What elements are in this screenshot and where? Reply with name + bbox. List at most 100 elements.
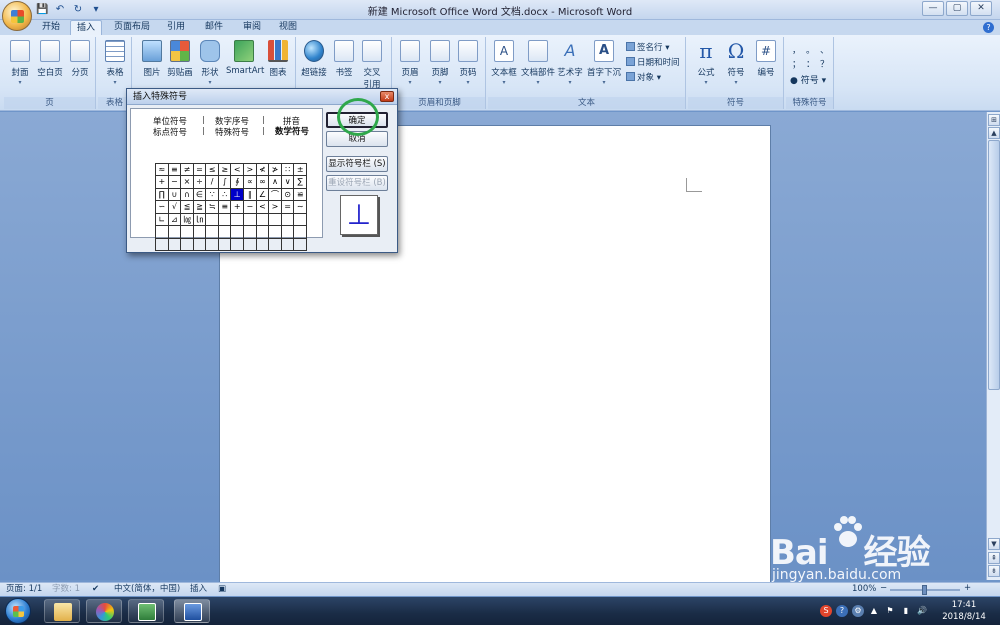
- equation-button[interactable]: π 公式 ▾: [690, 40, 722, 86]
- vertical-scrollbar[interactable]: ⊞ ▲ ▼ ⇞ ⇟: [986, 112, 1000, 580]
- symbol-cell[interactable]: [244, 226, 257, 239]
- zoom-level[interactable]: 100%: [852, 583, 876, 596]
- blank-page-button[interactable]: 空白页: [34, 40, 66, 78]
- symbol-cell[interactable]: ∧: [269, 176, 282, 189]
- symbol-cell[interactable]: [206, 213, 219, 227]
- symbol-cell[interactable]: ±: [294, 164, 307, 177]
- symbol-cell[interactable]: [156, 226, 169, 239]
- symbol-cell[interactable]: [256, 213, 270, 227]
- symbol-cell[interactable]: ≮: [256, 164, 270, 177]
- symbol-cell[interactable]: [281, 238, 295, 251]
- symbol-cell[interactable]: [206, 226, 219, 239]
- symbol-cell[interactable]: √: [168, 201, 182, 214]
- colon-symbol-button[interactable]: ：: [806, 57, 815, 70]
- symbol-cell[interactable]: ≥: [218, 164, 232, 177]
- symbol-cell[interactable]: ×: [181, 176, 194, 189]
- symbol-cell[interactable]: ∽: [156, 201, 169, 214]
- symbol-cell[interactable]: [181, 238, 194, 251]
- language-indicator[interactable]: 中文(简体，中国): [114, 583, 180, 596]
- taskbar-word[interactable]: [174, 599, 210, 623]
- tab-view[interactable]: 视图: [272, 20, 304, 35]
- network-icon[interactable]: ▮: [900, 605, 912, 617]
- symbol-cell[interactable]: >: [244, 164, 257, 177]
- macro-record-icon[interactable]: ▣: [218, 583, 226, 596]
- symbol-cell[interactable]: [218, 238, 232, 251]
- symbol-cell[interactable]: [231, 213, 245, 227]
- cover-page-button[interactable]: 封面 ▾: [4, 40, 36, 86]
- symbol-cell[interactable]: +: [156, 176, 169, 189]
- date-time-button[interactable]: 日期和时间: [626, 56, 680, 68]
- symbol-cell[interactable]: [294, 226, 307, 239]
- signature-line-button[interactable]: 签名行 ▾: [626, 41, 669, 53]
- symbol-cell[interactable]: [168, 238, 182, 251]
- symbol-cell[interactable]: [168, 226, 182, 239]
- symbol-cell[interactable]: [193, 238, 207, 251]
- symbol-cell[interactable]: ∏: [156, 188, 169, 202]
- tab-mailings[interactable]: 邮件: [198, 20, 230, 35]
- comma-symbol-button[interactable]: ，: [792, 43, 801, 56]
- symbol-cell[interactable]: [193, 226, 207, 239]
- symbol-cell[interactable]: [181, 226, 194, 239]
- symbol-cell[interactable]: ≒: [206, 201, 219, 214]
- textbox-button[interactable]: A 文本框 ▾: [488, 40, 520, 86]
- symbol-cell[interactable]: ∵: [206, 188, 219, 202]
- symbol-cell[interactable]: [281, 226, 295, 239]
- word-count[interactable]: 字数: 1: [52, 583, 80, 596]
- tab-references[interactable]: 引用: [160, 20, 192, 35]
- symbol-cell[interactable]: ≯: [269, 164, 282, 177]
- zoom-slider-knob[interactable]: [922, 585, 927, 595]
- symbol-cell[interactable]: ∷: [281, 164, 295, 177]
- symbol-cell[interactable]: <: [256, 201, 270, 214]
- object-button[interactable]: 对象 ▾: [626, 71, 661, 83]
- symbol-cell[interactable]: ≡: [168, 164, 182, 177]
- chart-button[interactable]: 图表: [262, 40, 294, 78]
- expand-tray-icon[interactable]: ▲: [868, 605, 880, 617]
- taskbar-browser[interactable]: [86, 599, 122, 623]
- tab-page-layout[interactable]: 页面布局: [108, 20, 156, 35]
- ruler-toggle-icon[interactable]: ⊞: [988, 114, 1000, 126]
- quick-parts-button[interactable]: 文档部件 ▾: [520, 40, 556, 86]
- proofing-icon[interactable]: ✔: [92, 583, 99, 596]
- symbol-cell[interactable]: [281, 213, 295, 227]
- symbol-cell[interactable]: ≈: [156, 164, 169, 177]
- symbol-cell[interactable]: ≤: [206, 164, 219, 177]
- special-symbol-button[interactable]: ● 符号 ▾: [790, 73, 826, 86]
- symbol-cell[interactable]: ≡: [218, 201, 232, 214]
- shapes-button[interactable]: 形状 ▾: [194, 40, 226, 86]
- symbol-cell[interactable]: ∝: [244, 176, 257, 189]
- scroll-down-icon[interactable]: ▼: [988, 538, 1000, 550]
- symbol-cell[interactable]: ∪: [168, 188, 182, 202]
- symbol-cell[interactable]: =: [281, 201, 295, 214]
- header-button[interactable]: 页眉 ▾: [394, 40, 426, 86]
- number-button[interactable]: # 编号: [750, 40, 782, 78]
- symbol-cell[interactable]: [256, 238, 270, 251]
- symbol-cell[interactable]: [294, 213, 307, 227]
- page-break-button[interactable]: 分页: [64, 40, 96, 78]
- symbol-cell[interactable]: ∠: [256, 188, 270, 202]
- wordart-button[interactable]: A 艺术字 ▾: [554, 40, 586, 86]
- hyperlink-button[interactable]: 超链接: [298, 40, 330, 78]
- close-button[interactable]: ✕: [970, 1, 992, 16]
- symbol-cell[interactable]: −: [244, 201, 257, 214]
- flag-tray-icon[interactable]: ⚑: [884, 605, 896, 617]
- symbol-cell[interactable]: ÷: [193, 176, 207, 189]
- clipart-button[interactable]: 剪贴画: [164, 40, 196, 78]
- tab-review[interactable]: 审阅: [236, 20, 268, 35]
- symbol-cell[interactable]: ∴: [218, 188, 232, 202]
- symbol-cell[interactable]: ∟: [156, 213, 169, 227]
- symbol-cell[interactable]: =: [193, 164, 207, 177]
- period-symbol-button[interactable]: 。: [806, 43, 815, 56]
- tab-special-symbols[interactable]: 特殊符号: [215, 126, 249, 138]
- smartart-button[interactable]: SmartArt: [226, 40, 264, 76]
- symbol-cell[interactable]: ⌒: [269, 188, 282, 202]
- symbol-cell[interactable]: ⊿: [168, 213, 182, 227]
- volume-icon[interactable]: 🔊: [916, 605, 928, 617]
- symbol-cell[interactable]: [206, 238, 219, 251]
- taskbar-app[interactable]: [128, 599, 164, 623]
- insert-mode[interactable]: 插入: [190, 583, 207, 596]
- symbol-cell[interactable]: ⊥: [231, 188, 245, 202]
- show-symbol-bar-button[interactable]: 显示符号栏 (S): [326, 156, 388, 172]
- symbol-cell[interactable]: [294, 238, 307, 251]
- semicolon-symbol-button[interactable]: ；: [792, 57, 801, 70]
- symbol-cell[interactable]: ㏑: [193, 213, 207, 227]
